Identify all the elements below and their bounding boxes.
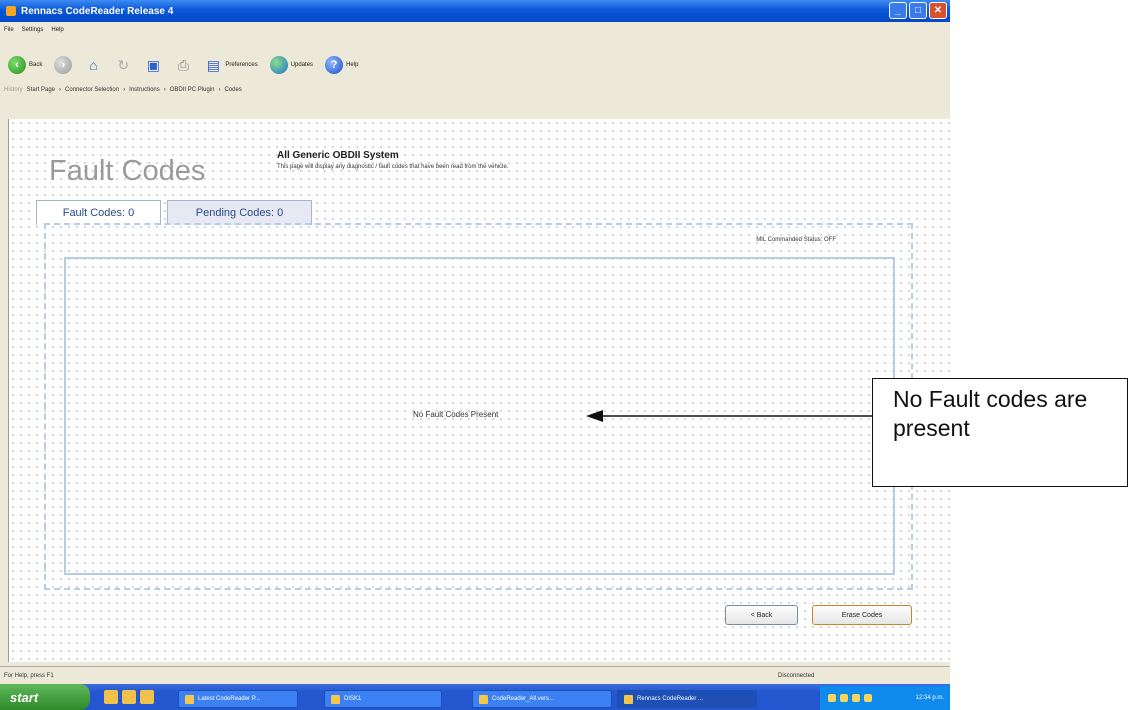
- callout-arrow-head: [586, 410, 603, 422]
- screenshot-stage: Rennacs CodeReader Release 4 _ □ ✕ File …: [0, 0, 1128, 710]
- callout-arrow: [586, 410, 872, 422]
- annotation-callout: No Fault codes are present: [872, 378, 1128, 487]
- callout-text: No Fault codes are present: [893, 386, 1088, 441]
